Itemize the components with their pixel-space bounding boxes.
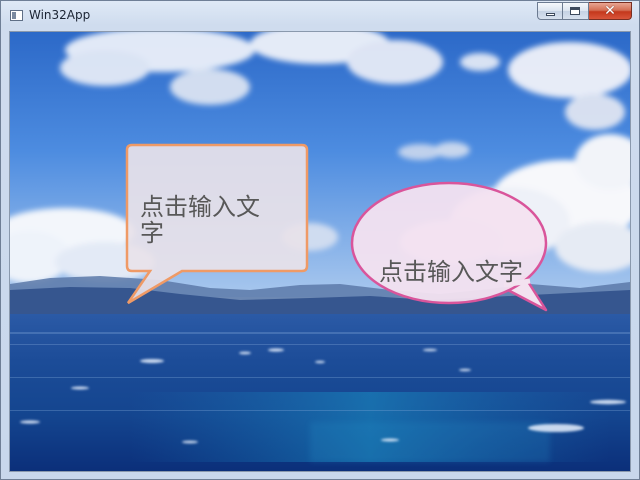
window-title: Win32App — [29, 8, 91, 22]
minimize-button[interactable] — [537, 2, 563, 20]
title-bar[interactable]: Win32App ✕ — [1, 1, 639, 29]
caption-buttons: ✕ — [537, 2, 632, 21]
app-window-icon[interactable] — [10, 10, 23, 21]
client-area[interactable]: 点击输入文字 点击输入文字 — [9, 31, 631, 472]
maximize-icon — [570, 7, 580, 15]
app-window: Win32App ✕ 点击输入文字 点击输入文字 — [0, 0, 640, 480]
speech-bubble-rect-text[interactable]: 点击输入文字 — [140, 194, 276, 246]
close-icon: ✕ — [604, 3, 616, 19]
maximize-button[interactable] — [563, 2, 589, 20]
minimize-icon — [546, 13, 555, 16]
speech-bubble-ellipse-text[interactable]: 点击输入文字 — [379, 259, 549, 285]
sea-background-image — [10, 32, 630, 471]
close-button[interactable]: ✕ — [589, 2, 632, 20]
